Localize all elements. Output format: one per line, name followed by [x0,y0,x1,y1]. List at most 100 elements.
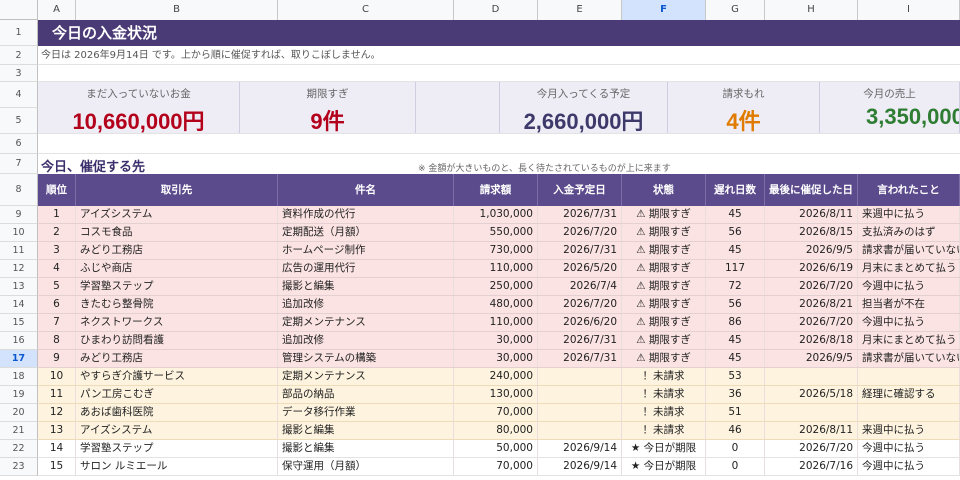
table-cell-h[interactable]: 2026/6/19 [765,260,858,277]
table-cell-h[interactable]: 2026/5/18 [765,386,858,403]
table-cell-e[interactable]: 2026/9/14 [538,458,622,475]
row-header-5[interactable]: 5 [0,108,38,134]
table-cell-e[interactable] [538,404,622,421]
table-cell-a[interactable]: 11 [38,386,76,403]
table-cell-c[interactable]: 部品の納品 [278,386,454,403]
table-row[interactable]: 1 アイズシステム 資料作成の代行 1,030,000 2026/7/31 ⚠ 期限すぎ 4… [38,206,960,224]
table-cell-h[interactable]: 2026/7/16 [765,458,858,475]
column-header-a[interactable]: A [38,0,76,20]
table-cell-i[interactable]: 来週中に払う [858,206,960,223]
table-cell-h[interactable]: 2026/7/20 [765,440,858,457]
table-cell-b[interactable]: サロン ルミエール [76,458,278,475]
column-header-c[interactable]: C [278,0,454,20]
row-header-8[interactable]: 8 [0,174,38,206]
table-cell-g[interactable]: 51 [706,404,765,421]
table-cell-e[interactable]: 2026/7/20 [538,224,622,241]
table-cell-d[interactable]: 730,000 [454,242,538,259]
row-header-2[interactable]: 2 [0,46,38,65]
row-header-11[interactable]: 11 [0,242,38,260]
table-cell-c[interactable]: 追加改修 [278,296,454,313]
table-cell-i[interactable]: 今週中に払う [858,278,960,295]
table-cell-e[interactable] [538,386,622,403]
table-cell-g[interactable]: 45 [706,350,765,367]
table-cell-a[interactable]: 1 [38,206,76,223]
table-cell-c[interactable]: 追加改修 [278,332,454,349]
table-cell-c[interactable]: 撮影と編集 [278,278,454,295]
table-cell-b[interactable]: 学習塾ステップ [76,440,278,457]
row-header-12[interactable]: 12 [0,260,38,278]
table-cell-d[interactable]: 480,000 [454,296,538,313]
table-row[interactable]: 2 コスモ食品 定期配送（月額） 550,000 2026/7/20 ⚠ 期限すぎ 56 20… [38,224,960,242]
table-row[interactable]: 3 みどり工務店 ホームページ制作 730,000 2026/7/31 ⚠ 期限すぎ 45 2… [38,242,960,260]
table-cell-h[interactable]: 2026/8/21 [765,296,858,313]
table-cell-b[interactable]: コスモ食品 [76,224,278,241]
table-cell-i[interactable]: 経理に確認する [858,386,960,403]
table-cell-i[interactable]: 請求書が届いていない [858,350,960,367]
table-row[interactable]: 10 やすらぎ介護サービス 定期メンテナンス 240,000 ！未請求 53 [38,368,960,386]
row-header-1[interactable]: 1 [0,20,38,46]
row-header-15[interactable]: 15 [0,314,38,332]
table-cell-b[interactable]: 学習塾ステップ [76,278,278,295]
table-cell-f[interactable]: ⚠ 期限すぎ [622,260,706,277]
row-header-7[interactable]: 7 [0,154,38,174]
row-header-6[interactable]: 6 [0,134,38,154]
row-header-4[interactable]: 4 [0,82,38,108]
table-cell-f[interactable]: ⚠ 期限すぎ [622,314,706,331]
table-cell-h[interactable] [765,368,858,385]
select-all-corner[interactable] [0,0,38,20]
table-cell-i[interactable]: 月末にまとめて払う [858,332,960,349]
table-cell-d[interactable]: 30,000 [454,332,538,349]
table-cell-e[interactable]: 2026/7/4 [538,278,622,295]
table-cell-g[interactable]: 45 [706,206,765,223]
table-cell-d[interactable]: 110,000 [454,260,538,277]
row-header-10[interactable]: 10 [0,224,38,242]
table-cell-a[interactable]: 14 [38,440,76,457]
table-cell-i[interactable]: 今週中に払う [858,314,960,331]
table-row[interactable]: 13 アイズシステム 撮影と編集 80,000 ！未請求 46 2026/8/11 来週中に払… [38,422,960,440]
table-cell-h[interactable]: 2026/7/20 [765,278,858,295]
table-cell-g[interactable]: 56 [706,296,765,313]
table-cell-a[interactable]: 6 [38,296,76,313]
table-row[interactable]: 11 パン工房こむぎ 部品の納品 130,000 ！未請求 36 2026/5/18 経理に確… [38,386,960,404]
table-header-cell[interactable]: 言われたこと [858,174,960,206]
table-cell-a[interactable]: 7 [38,314,76,331]
table-cell-i[interactable]: 支払済みのはず [858,224,960,241]
column-header-i[interactable]: I [858,0,960,20]
table-cell-b[interactable]: アイズシステム [76,206,278,223]
table-cell-h[interactable]: 2026/7/20 [765,314,858,331]
table-cell-f[interactable]: ⚠ 期限すぎ [622,206,706,223]
table-cell-e[interactable] [538,368,622,385]
table-cell-h[interactable]: 2026/8/18 [765,332,858,349]
table-cell-i[interactable]: 月末にまとめて払う [858,260,960,277]
table-cell-b[interactable]: みどり工務店 [76,242,278,259]
table-cell-c[interactable]: ホームページ制作 [278,242,454,259]
table-cell-g[interactable]: 0 [706,458,765,475]
row-header-9[interactable]: 9 [0,206,38,224]
table-cell-g[interactable]: 46 [706,422,765,439]
column-header-d[interactable]: D [454,0,538,20]
table-cell-d[interactable]: 70,000 [454,404,538,421]
table-header-cell[interactable]: 件名 [278,174,454,206]
table-cell-i[interactable]: 来週中に払う [858,422,960,439]
table-cell-f[interactable]: ★ 今日が期限 [622,458,706,475]
row-header-23[interactable]: 23 [0,458,38,476]
table-cell-b[interactable]: あおば歯科医院 [76,404,278,421]
table-cell-d[interactable]: 30,000 [454,350,538,367]
table-cell-f[interactable]: ⚠ 期限すぎ [622,242,706,259]
table-cell-c[interactable]: 管理システムの構築 [278,350,454,367]
table-cell-f[interactable]: ！未請求 [622,386,706,403]
table-cell-a[interactable]: 13 [38,422,76,439]
row-header-13[interactable]: 13 [0,278,38,296]
table-cell-c[interactable]: データ移行作業 [278,404,454,421]
table-cell-c[interactable]: 撮影と編集 [278,422,454,439]
table-cell-b[interactable]: パン工房こむぎ [76,386,278,403]
table-cell-h[interactable]: 2026/9/5 [765,242,858,259]
table-cell-g[interactable]: 36 [706,386,765,403]
table-cell-i[interactable] [858,404,960,421]
row-header-16[interactable]: 16 [0,332,38,350]
table-cell-i[interactable]: 請求書が届いていない [858,242,960,259]
table-header-cell[interactable]: 最後に催促した日 [765,174,858,206]
table-header-cell[interactable]: 状態 [622,174,706,206]
table-cell-b[interactable]: きたむら整骨院 [76,296,278,313]
column-header-g[interactable]: G [706,0,765,20]
